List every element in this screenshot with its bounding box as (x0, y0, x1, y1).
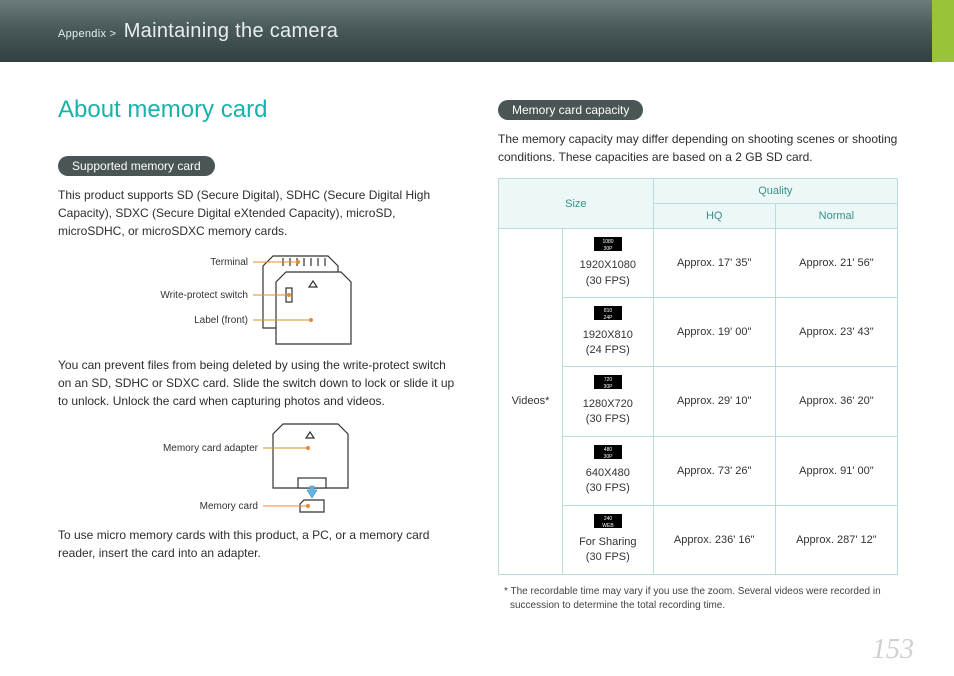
para-adapter: To use micro memory cards with this prod… (58, 526, 458, 562)
size-text: 1920X1080 (580, 259, 636, 271)
left-column: Supported memory card This product suppo… (58, 156, 458, 570)
size-text: 640X480 (586, 467, 630, 479)
size-text: 1920X810 (583, 329, 633, 341)
size-cell: 108030P 1920X1080 (30 FPS) (563, 229, 654, 298)
size-cell: 81024P 1920X810 (24 FPS) (563, 298, 654, 367)
header-bar: Appendix > Maintaining the camera (0, 0, 954, 62)
res-icon-720: 72030P (594, 375, 622, 389)
res-icon-1080: 108030P (594, 237, 622, 251)
res-icon-240: 240WEB (594, 514, 622, 528)
label-memory-card: Memory card (200, 501, 258, 512)
svg-text:480: 480 (604, 447, 613, 453)
th-hq: HQ (653, 204, 775, 229)
page-title: About memory card (58, 96, 267, 124)
size-cell: 72030P 1280X720 (30 FPS) (563, 367, 654, 436)
svg-text:1080: 1080 (602, 239, 613, 245)
para-capacity: The memory capacity may differ depending… (498, 130, 898, 166)
para-write-protect: You can prevent files from being deleted… (58, 356, 458, 410)
hq-cell: Approx. 236' 16" (653, 505, 775, 574)
group-label: Videos* (499, 229, 563, 575)
normal-cell: Approx. 23' 43" (775, 298, 897, 367)
sd-card-diagram-svg: Terminal Write-protect switch Label (fro… (98, 248, 418, 348)
size-text: 1280X720 (583, 398, 633, 410)
normal-cell: Approx. 36' 20" (775, 367, 897, 436)
fps-text: (24 FPS) (586, 344, 630, 356)
fps-text: (30 FPS) (586, 275, 630, 287)
capacity-table: Size Quality HQ Normal Videos* 108030P 1… (498, 178, 898, 575)
label-write-protect: Write-protect switch (160, 290, 248, 301)
svg-text:WEB: WEB (602, 523, 614, 528)
sd-card-diagram: Terminal Write-protect switch Label (fro… (58, 248, 458, 348)
breadcrumb-title: Maintaining the camera (124, 20, 339, 42)
normal-cell: Approx. 91' 00" (775, 436, 897, 505)
page-content: About memory card Supported memory card … (0, 62, 954, 676)
label-adapter: Memory card adapter (163, 443, 259, 454)
pill-capacity: Memory card capacity (498, 100, 643, 120)
hq-cell: Approx. 73' 26" (653, 436, 775, 505)
size-cell: 240WEB For Sharing (30 FPS) (563, 505, 654, 574)
svg-text:720: 720 (604, 377, 613, 383)
adapter-diagram-svg: Memory card adapter Memory card (98, 418, 418, 518)
normal-cell: Approx. 21' 56" (775, 229, 897, 298)
size-text: For Sharing (579, 536, 636, 548)
res-icon-810: 81024P (594, 306, 622, 320)
th-size: Size (499, 179, 654, 229)
breadcrumb: Appendix > Maintaining the camera (0, 20, 338, 43)
svg-text:30P: 30P (603, 246, 613, 251)
adapter-diagram: Memory card adapter Memory card (58, 418, 458, 518)
hq-cell: Approx. 17' 35" (653, 229, 775, 298)
table-header-row: Size Quality (499, 179, 898, 204)
th-quality: Quality (653, 179, 897, 204)
th-normal: Normal (775, 204, 897, 229)
svg-text:30P: 30P (603, 384, 613, 389)
res-icon-480: 48030P (594, 445, 622, 459)
svg-text:810: 810 (604, 308, 613, 314)
svg-text:30P: 30P (603, 454, 613, 459)
right-column: Memory card capacity The memory capacity… (498, 100, 898, 613)
pill-supported-card: Supported memory card (58, 156, 215, 176)
table-footnote: * The recordable time may vary if you us… (498, 585, 898, 613)
page-number: 153 (872, 634, 914, 666)
size-cell: 48030P 640X480 (30 FPS) (563, 436, 654, 505)
label-front: Label (front) (194, 315, 248, 326)
svg-text:24P: 24P (603, 315, 613, 320)
para-supported: This product supports SD (Secure Digital… (58, 186, 458, 240)
svg-text:240: 240 (604, 516, 613, 522)
breadcrumb-section: Appendix > (58, 28, 116, 40)
fps-text: (30 FPS) (586, 482, 630, 494)
fps-text: (30 FPS) (586, 551, 630, 563)
fps-text: (30 FPS) (586, 413, 630, 425)
table-row: Videos* 108030P 1920X1080 (30 FPS) Appro… (499, 229, 898, 298)
accent-strip (932, 0, 954, 62)
hq-cell: Approx. 19' 00" (653, 298, 775, 367)
hq-cell: Approx. 29' 10" (653, 367, 775, 436)
label-terminal: Terminal (210, 257, 248, 268)
normal-cell: Approx. 287' 12" (775, 505, 897, 574)
